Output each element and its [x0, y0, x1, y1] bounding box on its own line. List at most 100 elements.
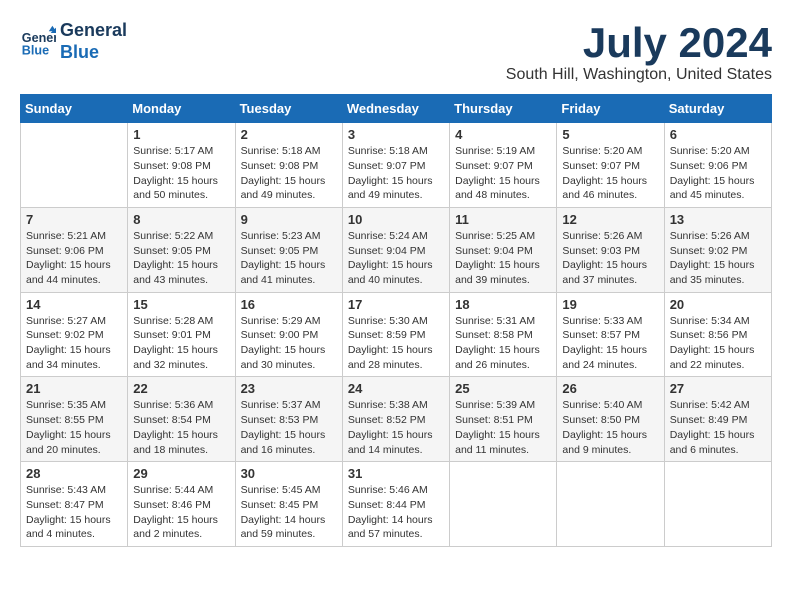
calendar-cell: 16Sunrise: 5:29 AM Sunset: 9:00 PM Dayli…: [235, 292, 342, 377]
calendar-cell: 5 Sunrise: 5:20 AM Sunset: 9:07 PM Daylig…: [557, 123, 664, 208]
day-number: 14: [26, 297, 122, 312]
day-info: Sunrise: 5:18 AM Sunset: 9:07 PM Dayligh…: [348, 144, 444, 203]
weekday-header: Saturday: [664, 95, 771, 123]
calendar-cell: 15 Sunrise: 5:28 AM Sunset: 9:01 PM Dayli…: [128, 292, 235, 377]
calendar-cell: [664, 462, 771, 547]
calendar-cell: 7 Sunrise: 5:21 AM Sunset: 9:06 PM Daylig…: [21, 207, 128, 292]
calendar-cell: 13 Sunrise: 5:26 AM Sunset: 9:02 PM Dayli…: [664, 207, 771, 292]
weekday-header: Wednesday: [342, 95, 449, 123]
day-info: Sunrise: 5:28 AM Sunset: 9:01 PM Dayligh…: [133, 314, 229, 373]
calendar-cell: 31 Sunrise: 5:46 AM Sunset: 8:44 PM Dayli…: [342, 462, 449, 547]
day-info: Sunrise: 5:38 AM Sunset: 8:52 PM Dayligh…: [348, 398, 444, 457]
logo-icon: General Blue: [20, 24, 56, 60]
day-number: 7: [26, 212, 122, 227]
day-info: Sunrise: 5:21 AM Sunset: 9:06 PM Dayligh…: [26, 229, 122, 288]
page-header: General Blue General Blue July 2024 Sout…: [20, 20, 772, 84]
calendar-cell: 9 Sunrise: 5:23 AM Sunset: 9:05 PM Daylig…: [235, 207, 342, 292]
day-info: Sunrise: 5:26 AM Sunset: 9:03 PM Dayligh…: [562, 229, 658, 288]
day-number: 24: [348, 381, 444, 396]
day-number: 9: [241, 212, 337, 227]
day-info: Sunrise: 5:25 AM Sunset: 9:04 PM Dayligh…: [455, 229, 551, 288]
svg-text:Blue: Blue: [22, 43, 49, 57]
day-number: 6: [670, 127, 766, 142]
day-number: 3: [348, 127, 444, 142]
calendar-cell: 2Sunrise: 5:18 AM Sunset: 9:08 PM Daylig…: [235, 123, 342, 208]
day-info: Sunrise: 5:24 AM Sunset: 9:04 PM Dayligh…: [348, 229, 444, 288]
calendar-cell: 8Sunrise: 5:22 AM Sunset: 9:05 PM Daylig…: [128, 207, 235, 292]
day-number: 25: [455, 381, 551, 396]
day-number: 23: [241, 381, 337, 396]
calendar-week-row: 28Sunrise: 5:43 AM Sunset: 8:47 PM Dayli…: [21, 462, 772, 547]
calendar-cell: 6 Sunrise: 5:20 AM Sunset: 9:06 PM Daylig…: [664, 123, 771, 208]
title-area: July 2024 South Hill, Washington, United…: [506, 20, 772, 84]
calendar-cell: 26 Sunrise: 5:40 AM Sunset: 8:50 PM Dayli…: [557, 377, 664, 462]
day-info: Sunrise: 5:19 AM Sunset: 9:07 PM Dayligh…: [455, 144, 551, 203]
day-number: 15: [133, 297, 229, 312]
calendar: SundayMondayTuesdayWednesdayThursdayFrid…: [20, 94, 772, 547]
day-number: 5: [562, 127, 658, 142]
calendar-cell: 14 Sunrise: 5:27 AM Sunset: 9:02 PM Dayli…: [21, 292, 128, 377]
calendar-cell: 1 Sunrise: 5:17 AM Sunset: 9:08 PM Daylig…: [128, 123, 235, 208]
day-info: Sunrise: 5:39 AM Sunset: 8:51 PM Dayligh…: [455, 398, 551, 457]
day-number: 18: [455, 297, 551, 312]
logo-text: General Blue: [60, 20, 127, 63]
weekday-header: Tuesday: [235, 95, 342, 123]
day-number: 21: [26, 381, 122, 396]
day-number: 26: [562, 381, 658, 396]
calendar-cell: 20Sunrise: 5:34 AM Sunset: 8:56 PM Dayli…: [664, 292, 771, 377]
day-number: 17: [348, 297, 444, 312]
day-number: 22: [133, 381, 229, 396]
day-number: 16: [241, 297, 337, 312]
calendar-cell: 3 Sunrise: 5:18 AM Sunset: 9:07 PM Daylig…: [342, 123, 449, 208]
calendar-week-row: 7 Sunrise: 5:21 AM Sunset: 9:06 PM Daylig…: [21, 207, 772, 292]
day-number: 11: [455, 212, 551, 227]
day-info: Sunrise: 5:36 AM Sunset: 8:54 PM Dayligh…: [133, 398, 229, 457]
calendar-cell: [450, 462, 557, 547]
day-info: Sunrise: 5:31 AM Sunset: 8:58 PM Dayligh…: [455, 314, 551, 373]
calendar-cell: 28Sunrise: 5:43 AM Sunset: 8:47 PM Dayli…: [21, 462, 128, 547]
day-info: Sunrise: 5:22 AM Sunset: 9:05 PM Dayligh…: [133, 229, 229, 288]
calendar-cell: 18 Sunrise: 5:31 AM Sunset: 8:58 PM Dayli…: [450, 292, 557, 377]
day-number: 31: [348, 466, 444, 481]
day-number: 20: [670, 297, 766, 312]
weekday-header: Thursday: [450, 95, 557, 123]
calendar-week-row: 21 Sunrise: 5:35 AM Sunset: 8:55 PM Dayli…: [21, 377, 772, 462]
day-number: 13: [670, 212, 766, 227]
day-number: 1: [133, 127, 229, 142]
calendar-cell: 23 Sunrise: 5:37 AM Sunset: 8:53 PM Dayli…: [235, 377, 342, 462]
day-info: Sunrise: 5:26 AM Sunset: 9:02 PM Dayligh…: [670, 229, 766, 288]
logo: General Blue General Blue: [20, 20, 127, 63]
calendar-cell: 11 Sunrise: 5:25 AM Sunset: 9:04 PM Dayli…: [450, 207, 557, 292]
calendar-cell: 25 Sunrise: 5:39 AM Sunset: 8:51 PM Dayli…: [450, 377, 557, 462]
calendar-cell: 12Sunrise: 5:26 AM Sunset: 9:03 PM Dayli…: [557, 207, 664, 292]
day-info: Sunrise: 5:46 AM Sunset: 8:44 PM Dayligh…: [348, 483, 444, 542]
calendar-cell: 10 Sunrise: 5:24 AM Sunset: 9:04 PM Dayli…: [342, 207, 449, 292]
day-number: 19: [562, 297, 658, 312]
weekday-header-row: SundayMondayTuesdayWednesdayThursdayFrid…: [21, 95, 772, 123]
day-info: Sunrise: 5:40 AM Sunset: 8:50 PM Dayligh…: [562, 398, 658, 457]
calendar-cell: 19 Sunrise: 5:33 AM Sunset: 8:57 PM Dayli…: [557, 292, 664, 377]
calendar-week-row: 14 Sunrise: 5:27 AM Sunset: 9:02 PM Dayli…: [21, 292, 772, 377]
day-number: 10: [348, 212, 444, 227]
calendar-cell: 29Sunrise: 5:44 AM Sunset: 8:46 PM Dayli…: [128, 462, 235, 547]
day-info: Sunrise: 5:20 AM Sunset: 9:07 PM Dayligh…: [562, 144, 658, 203]
day-info: Sunrise: 5:37 AM Sunset: 8:53 PM Dayligh…: [241, 398, 337, 457]
day-info: Sunrise: 5:35 AM Sunset: 8:55 PM Dayligh…: [26, 398, 122, 457]
day-info: Sunrise: 5:23 AM Sunset: 9:05 PM Dayligh…: [241, 229, 337, 288]
calendar-cell: 4Sunrise: 5:19 AM Sunset: 9:07 PM Daylig…: [450, 123, 557, 208]
weekday-header: Friday: [557, 95, 664, 123]
calendar-cell: [21, 123, 128, 208]
day-number: 30: [241, 466, 337, 481]
day-info: Sunrise: 5:30 AM Sunset: 8:59 PM Dayligh…: [348, 314, 444, 373]
calendar-cell: 17 Sunrise: 5:30 AM Sunset: 8:59 PM Dayli…: [342, 292, 449, 377]
day-info: Sunrise: 5:20 AM Sunset: 9:06 PM Dayligh…: [670, 144, 766, 203]
day-info: Sunrise: 5:43 AM Sunset: 8:47 PM Dayligh…: [26, 483, 122, 542]
day-info: Sunrise: 5:17 AM Sunset: 9:08 PM Dayligh…: [133, 144, 229, 203]
weekday-header: Monday: [128, 95, 235, 123]
day-info: Sunrise: 5:27 AM Sunset: 9:02 PM Dayligh…: [26, 314, 122, 373]
calendar-cell: 30Sunrise: 5:45 AM Sunset: 8:45 PM Dayli…: [235, 462, 342, 547]
weekday-header: Sunday: [21, 95, 128, 123]
day-info: Sunrise: 5:33 AM Sunset: 8:57 PM Dayligh…: [562, 314, 658, 373]
day-info: Sunrise: 5:18 AM Sunset: 9:08 PM Dayligh…: [241, 144, 337, 203]
calendar-cell: 24 Sunrise: 5:38 AM Sunset: 8:52 PM Dayli…: [342, 377, 449, 462]
